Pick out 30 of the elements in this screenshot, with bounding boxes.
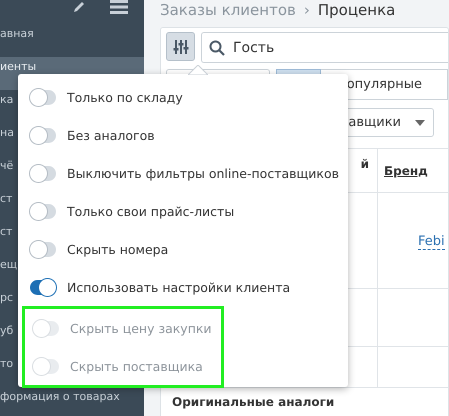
option-label: Только свои прайс-листы bbox=[67, 204, 234, 218]
filter-settings-button[interactable] bbox=[166, 32, 195, 61]
toggle-switch[interactable] bbox=[30, 204, 56, 218]
page-title: Проценка bbox=[318, 1, 396, 19]
option-label: Скрыть номера bbox=[67, 242, 168, 256]
column-header[interactable]: Бренд bbox=[377, 149, 428, 192]
brand-link[interactable]: Febi bbox=[418, 234, 445, 250]
option-label: Только по складу bbox=[67, 90, 183, 104]
toggle-switch[interactable] bbox=[30, 242, 56, 256]
sidebar-item[interactable]: авная bbox=[0, 24, 144, 57]
toggle-switch[interactable] bbox=[30, 166, 56, 180]
toggle-switch[interactable] bbox=[30, 128, 56, 142]
option-label: Использовать настройки клиента bbox=[67, 280, 290, 294]
section-heading: Оригинальные аналоги bbox=[171, 394, 336, 409]
sidebar-item[interactable]: формация о товарах bbox=[0, 387, 144, 416]
option-label: Выключить фильтры online-поставщиков bbox=[67, 166, 339, 180]
option-label: Скрыть поставщика bbox=[70, 358, 203, 374]
search-field[interactable]: Гость bbox=[201, 32, 448, 63]
option-label: Без аналогов bbox=[67, 128, 155, 142]
toggle-switch[interactable] bbox=[30, 280, 56, 294]
toggle-switch[interactable] bbox=[30, 90, 56, 104]
breadcrumb-separator: › bbox=[304, 1, 310, 19]
search-icon bbox=[209, 40, 225, 56]
option-label: Скрыть цену закупки bbox=[70, 320, 212, 336]
pencil-icon[interactable] bbox=[72, 0, 86, 14]
caret-icon bbox=[415, 120, 425, 126]
menu-icon[interactable] bbox=[110, 0, 128, 14]
column-header: й bbox=[360, 157, 369, 171]
sliders-icon bbox=[172, 38, 188, 54]
search-text: Гость bbox=[233, 40, 276, 56]
